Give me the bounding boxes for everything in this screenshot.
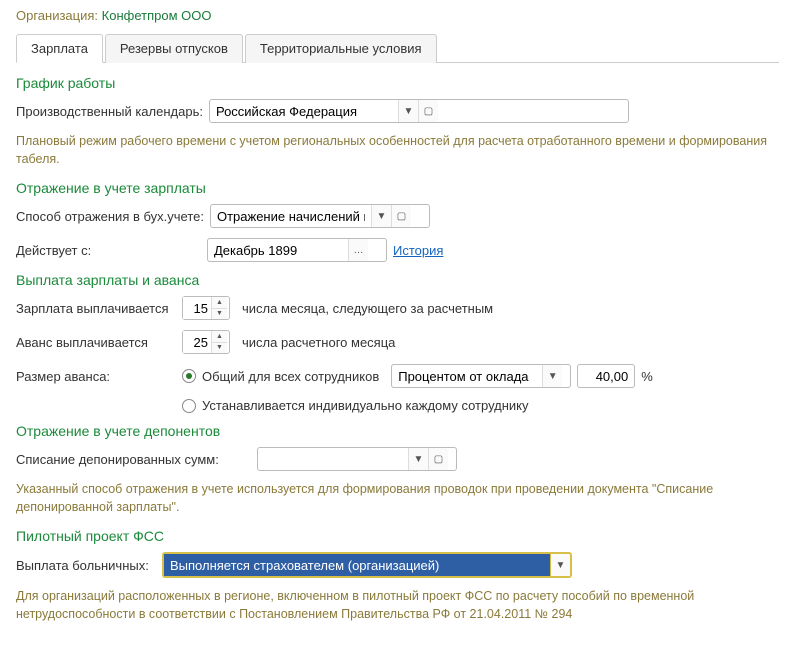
method-select[interactable]: ▼ ▢ [210,204,430,228]
spinner-up-icon[interactable]: ▲ [212,297,227,309]
radio-common[interactable] [182,369,196,383]
tabs: Зарплата Резервы отпусков Территориальны… [16,33,779,63]
section-payout-title: Выплата зарплаты и аванса [16,272,779,288]
advance-pay-post: числа расчетного месяца [242,335,395,350]
writeoff-select[interactable]: ▼ ▢ [257,447,457,471]
spinner-down-icon[interactable]: ▼ [212,343,227,354]
spinner-up-icon[interactable]: ▲ [212,331,227,343]
ellipsis-icon[interactable]: … [348,239,368,261]
calendar-input[interactable] [210,100,398,122]
sick-select[interactable]: Выполняется страхователем (организацией)… [162,552,572,578]
dropdown-icon[interactable]: ▼ [371,205,391,227]
method-label: Способ отражения в бух.учете: [16,209,204,224]
tab-territorial[interactable]: Территориальные условия [245,34,437,63]
advance-amount-label: Размер аванса: [16,369,176,384]
percent-mode-select[interactable]: ▼ [391,364,571,388]
organization-label: Организация: [16,8,98,23]
advance-day-input[interactable] [183,331,211,353]
history-link[interactable]: История [393,243,443,258]
section-schedule-title: График работы [16,75,779,91]
effective-input[interactable] [208,239,348,261]
method-input[interactable] [211,205,371,227]
organization-row: Организация: Конфетпром ООО [16,8,779,23]
salary-day-spinner[interactable]: ▲ ▼ [182,296,230,320]
effective-input-group[interactable]: … [207,238,387,262]
open-icon[interactable]: ▢ [428,448,448,470]
dropdown-icon[interactable]: ▼ [398,100,418,122]
schedule-hint: Плановый режим рабочего времени с учетом… [16,133,779,168]
writeoff-label: Списание депонированных сумм: [16,452,251,467]
tab-salary[interactable]: Зарплата [16,34,103,63]
percent-sign: % [641,369,653,384]
dropdown-icon[interactable]: ▼ [550,554,570,576]
organization-value: Конфетпром ООО [102,8,212,23]
calendar-label: Производственный календарь: [16,104,203,119]
salary-pay-post: числа месяца, следующего за расчетным [242,301,493,316]
dropdown-icon[interactable]: ▼ [408,448,428,470]
spinner-down-icon[interactable]: ▼ [212,309,227,320]
percent-value-input[interactable] [577,364,635,388]
section-fss-title: Пилотный проект ФСС [16,528,779,544]
section-deponent-title: Отражение в учете депонентов [16,423,779,439]
radio-individual-label: Устанавливается индивидуально каждому со… [202,398,529,413]
salary-day-input[interactable] [183,297,211,319]
calendar-select[interactable]: ▼ ▢ [209,99,629,123]
tab-reserves[interactable]: Резервы отпусков [105,34,243,63]
sick-label: Выплата больничных: [16,558,156,573]
salary-pay-label: Зарплата выплачивается [16,301,176,316]
fss-hint: Для организаций расположенных в регионе,… [16,588,779,623]
advance-day-spinner[interactable]: ▲ ▼ [182,330,230,354]
open-icon[interactable]: ▢ [418,100,438,122]
open-icon[interactable]: ▢ [391,205,411,227]
writeoff-input[interactable] [258,448,408,470]
percent-mode-input[interactable] [392,365,542,387]
effective-label: Действует с: [16,243,201,258]
section-salary-reflect-title: Отражение в учете зарплаты [16,180,779,196]
radio-individual[interactable] [182,399,196,413]
dropdown-icon[interactable]: ▼ [542,365,562,387]
deponent-hint: Указанный способ отражения в учете испол… [16,481,779,516]
radio-common-label: Общий для всех сотрудников [202,369,379,384]
sick-value[interactable]: Выполняется страхователем (организацией) [164,554,550,576]
advance-pay-label: Аванс выплачивается [16,335,176,350]
